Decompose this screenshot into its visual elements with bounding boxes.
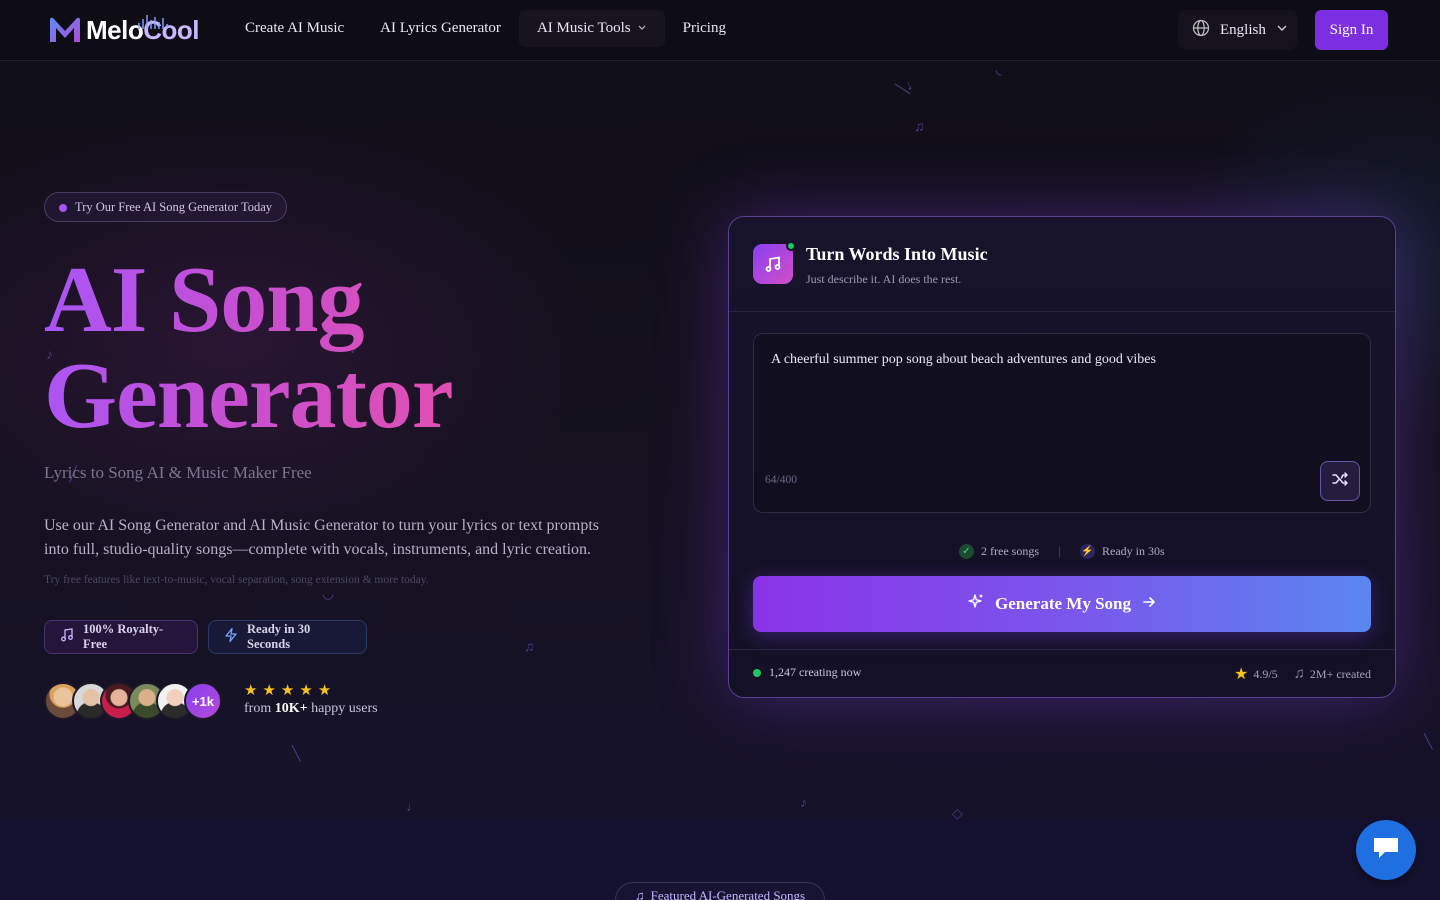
music-note-icon xyxy=(59,627,75,647)
star-icon: ★ xyxy=(1233,666,1249,683)
shuffle-icon xyxy=(1330,469,1350,494)
card-title: Turn Words Into Music xyxy=(806,244,988,264)
lightning-icon: ⚡ xyxy=(1079,544,1095,559)
music-note-decoration: ╲ xyxy=(1424,735,1433,750)
divider xyxy=(1058,545,1060,558)
music-note-decoration: ╲ xyxy=(292,747,301,762)
prompt-textarea[interactable]: A cheerful summer pop song about beach a… xyxy=(753,333,1371,513)
card-footer: 1,247 creating now ★ 4.9/5 ♫ 2M+ created xyxy=(729,649,1395,697)
badge-label: Ready in 30 Seconds xyxy=(247,622,311,651)
creating-now-label: 1,247 creating now xyxy=(769,665,862,679)
ready-time-info: ⚡ Ready in 30s xyxy=(1079,544,1165,559)
star-icon: ★ xyxy=(244,683,258,699)
music-note-decoration: ◟ xyxy=(996,63,1002,78)
title-line-1: AI Song xyxy=(44,248,364,352)
chevron-down-icon xyxy=(1276,22,1288,39)
card-stats: ★ 4.9/5 ♫ 2M+ created xyxy=(1234,664,1371,684)
sign-in-button[interactable]: Sign In xyxy=(1315,10,1388,50)
prompt-text: A cheerful summer pop song about beach a… xyxy=(771,352,1156,367)
rating-stars: ★ ★ ★ ★ ★ xyxy=(244,681,331,700)
ready-time-label: Ready in 30s xyxy=(1101,544,1165,558)
music-note-decoration: ♫ xyxy=(524,640,535,655)
chat-bubble-icon xyxy=(1371,835,1401,866)
globe-icon xyxy=(1192,19,1210,42)
star-icon: ★ xyxy=(280,683,295,699)
badge-label: 100% Royalty-Free xyxy=(83,622,164,651)
chat-support-button[interactable] xyxy=(1356,820,1416,880)
chevron-down-icon xyxy=(637,22,647,35)
check-icon: ✓ xyxy=(959,544,974,559)
melocool-logo[interactable]: MeloCool xyxy=(48,12,199,48)
logo-text: MeloCool xyxy=(86,13,199,45)
shuffle-prompt-button[interactable] xyxy=(1320,461,1360,501)
creating-now-status: 1,247 creating now xyxy=(753,665,861,680)
lightning-icon xyxy=(223,627,239,647)
happy-users-text: from 10K+ happy users xyxy=(244,701,378,716)
card-header: Turn Words Into Music Just describe it. … xyxy=(729,217,1395,312)
featured-label: Featured AI-Generated Songs xyxy=(650,888,806,900)
hero-note: Try free features like text-to-music, vo… xyxy=(44,574,429,586)
logo-m-icon xyxy=(48,16,82,44)
avatar-more-count: +1k xyxy=(184,682,222,720)
star-icon: ★ xyxy=(317,683,332,699)
nav-ai-music-tools[interactable]: AI Music Tools xyxy=(518,10,665,47)
language-label: English xyxy=(1220,21,1266,38)
card-subtitle: Just describe it. AI does the rest. xyxy=(806,272,962,286)
music-note-decoration: ◡ xyxy=(322,587,335,602)
logo-equalizer xyxy=(138,13,168,29)
title-line-2: Generator xyxy=(44,344,453,448)
user-avatars: +1k xyxy=(44,682,222,720)
promo-pill: Try Our Free AI Song Generator Today xyxy=(44,192,288,222)
character-counter: 64/400 xyxy=(765,474,797,486)
star-icon: ★ xyxy=(299,683,313,699)
featured-songs-pill: ♫ Featured AI-Generated Songs xyxy=(615,882,825,900)
ready-badge: Ready in 30 Seconds xyxy=(208,620,367,654)
star-icon: ★ xyxy=(262,683,276,699)
nav-links: Create AI Music AI Lyrics Generator AI M… xyxy=(227,10,744,47)
nav-ai-lyrics-generator[interactable]: AI Lyrics Generator xyxy=(362,10,519,47)
live-dot xyxy=(753,668,761,677)
created-stat: ♫ 2M+ created xyxy=(1294,664,1371,684)
music-note-decoration: ♩ xyxy=(406,800,420,815)
music-note-icon: ♫ xyxy=(634,888,645,900)
language-selector[interactable]: English xyxy=(1178,10,1298,50)
hero-subtitle: Lyrics to Song AI & Music Maker Free xyxy=(44,463,312,482)
sparkle-icon xyxy=(967,593,985,616)
top-navbar: MeloCool Create AI Music AI Lyrics Gener… xyxy=(0,0,1440,61)
royalty-free-badge: 100% Royalty-Free xyxy=(44,620,198,654)
music-note-decoration: ◇ xyxy=(952,807,963,822)
generation-meta: ✓ 2 free songs ⚡ Ready in 30s xyxy=(959,544,1165,559)
music-note-decoration: ♪ xyxy=(800,796,807,811)
nav-create-ai-music[interactable]: Create AI Music xyxy=(227,10,362,47)
generate-song-button[interactable]: Generate My Song xyxy=(753,576,1371,632)
free-songs-label: 2 free songs xyxy=(981,544,1039,558)
music-note-decoration: ♫ xyxy=(914,120,925,135)
nav-pricing[interactable]: Pricing xyxy=(665,10,744,47)
created-label: 2M+ created xyxy=(1309,666,1371,681)
arrow-right-icon xyxy=(1141,594,1157,615)
free-songs-info: ✓ 2 free songs xyxy=(959,544,1039,559)
generate-label: Generate My Song xyxy=(995,594,1131,613)
online-status-dot xyxy=(786,241,796,251)
page-title: AI Song Generator xyxy=(44,252,564,444)
hero-description: Use our AI Song Generator and AI Music G… xyxy=(44,517,599,558)
rating-stat: ★ 4.9/5 xyxy=(1234,664,1278,684)
music-note-icon: ♫ xyxy=(1293,665,1305,682)
song-generator-card: Turn Words Into Music Just describe it. … xyxy=(728,216,1396,698)
rating-label: 4.9/5 xyxy=(1253,666,1278,681)
